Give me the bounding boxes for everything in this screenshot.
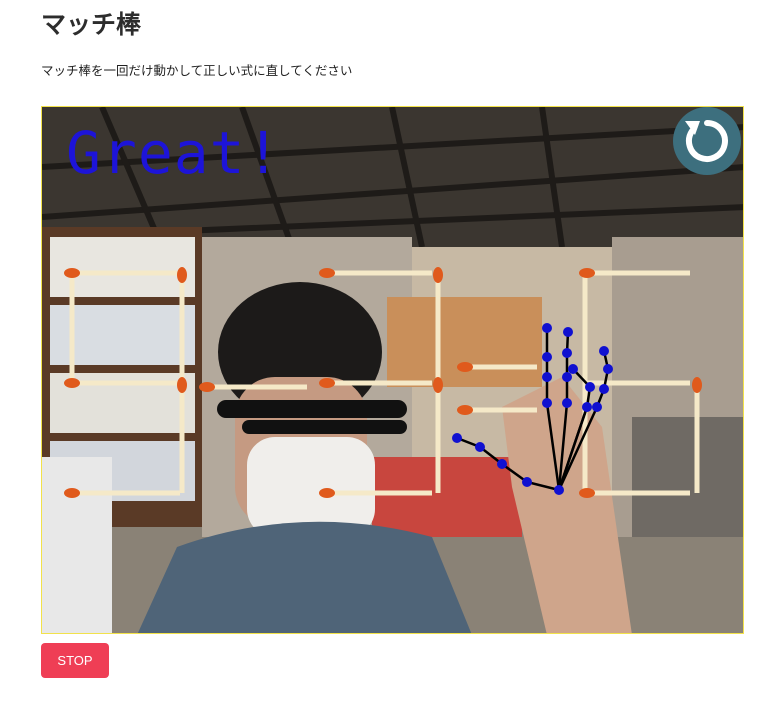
reset-button[interactable] bbox=[673, 107, 741, 175]
page-title: マッチ棒 bbox=[41, 10, 142, 39]
stop-button[interactable]: STOP bbox=[41, 643, 109, 678]
camera-view[interactable]: Great! bbox=[41, 106, 744, 634]
instruction-text: マッチ棒を一回だけ動かして正しい式に直してください bbox=[41, 63, 353, 78]
refresh-icon bbox=[685, 120, 728, 162]
great-message: Great! bbox=[66, 119, 282, 187]
